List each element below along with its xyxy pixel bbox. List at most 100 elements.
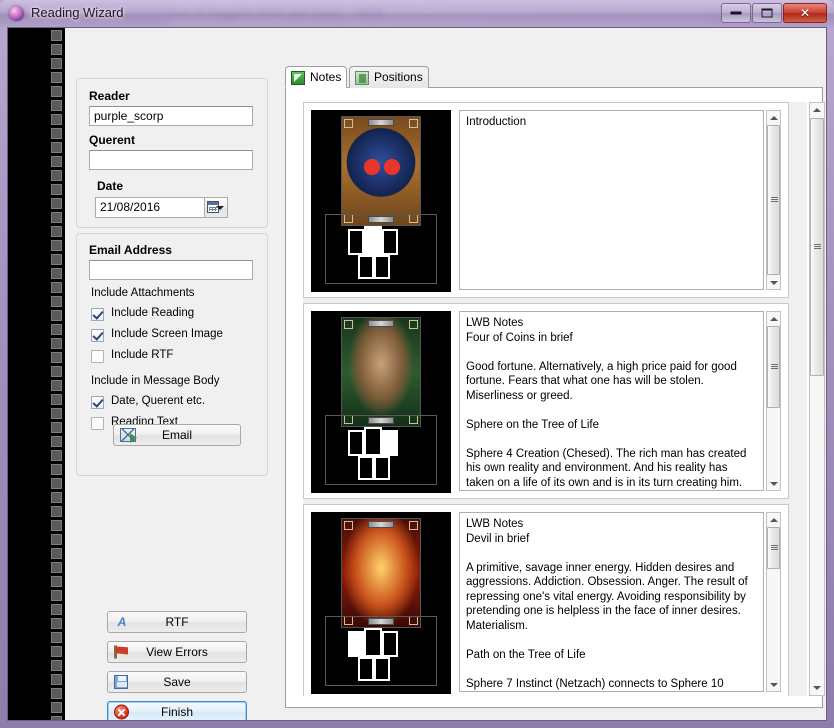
tarot-card-art	[341, 518, 421, 628]
sprocket-hole	[51, 324, 62, 335]
note-scrollbar[interactable]	[766, 311, 781, 491]
email-button[interactable]: Email	[113, 424, 241, 446]
sprocket-hole	[51, 604, 62, 615]
tab-notes[interactable]: Notes	[285, 66, 347, 88]
scrollbar-thumb[interactable]	[767, 326, 780, 408]
tab-positions[interactable]: Positions	[349, 66, 429, 88]
title-bar: Reading Wizard Ace of Daggers (Print and…	[0, 0, 834, 27]
checkbox-box[interactable]	[91, 350, 104, 363]
sprocket-hole	[51, 632, 62, 643]
sprocket-hole	[51, 702, 62, 713]
positions-icon	[355, 71, 369, 85]
sprocket-hole	[51, 142, 62, 153]
spread-slot	[364, 427, 382, 456]
querent-input[interactable]	[89, 150, 253, 170]
save-button-label: Save	[163, 675, 191, 689]
sprocket-hole	[51, 716, 62, 720]
card-image	[311, 512, 451, 694]
sprocket-hole	[51, 44, 62, 55]
note-text[interactable]: LWB Notes Four of Coins in brief Good fo…	[459, 311, 764, 491]
note-item[interactable]: LWB Notes Four of Coins in brief Good fo…	[303, 303, 789, 499]
app-icon	[9, 6, 24, 21]
reader-label: Reader	[89, 89, 130, 103]
sprocket-hole	[51, 478, 62, 489]
form-panel: Reader Querent Date 21/08/2016 Email Add…	[70, 28, 275, 720]
close-button[interactable]: ✕	[783, 3, 827, 23]
scroll-down-icon[interactable]	[767, 477, 780, 490]
spread-diagram	[325, 616, 437, 686]
sprocket-hole	[51, 352, 62, 363]
sprocket-hole	[51, 282, 62, 293]
sprocket-hole	[51, 506, 62, 517]
note-text[interactable]: LWB Notes Devil in brief A primitive, sa…	[459, 512, 764, 692]
sprocket-hole	[51, 198, 62, 209]
scrollbar-thumb[interactable]	[767, 125, 780, 275]
note-item[interactable]: LWB Notes Devil in brief A primitive, sa…	[303, 504, 789, 696]
spread-slot	[374, 255, 390, 279]
notes-list: Introduction LWB Notes Four of Coins in …	[303, 102, 807, 696]
sprocket-hole	[51, 674, 62, 685]
tarot-card-art	[341, 116, 421, 226]
sprocket-hole	[51, 58, 62, 69]
email-input[interactable]	[89, 260, 253, 280]
spread-slot	[382, 229, 398, 255]
view-errors-button-label: View Errors	[146, 645, 208, 659]
spread-slot	[374, 657, 390, 681]
spread-slot-active	[382, 430, 398, 456]
rtf-button[interactable]: A RTF	[107, 611, 247, 633]
scroll-up-icon[interactable]	[810, 103, 824, 117]
sprocket-hole	[51, 422, 62, 433]
scroll-down-icon[interactable]	[767, 276, 780, 289]
note-scrollbar[interactable]	[766, 512, 781, 692]
scrollbar-thumb[interactable]	[767, 527, 780, 569]
minimize-button[interactable]	[721, 3, 751, 23]
note-item[interactable]: Introduction	[303, 102, 789, 298]
card-image	[311, 110, 451, 292]
sprocket-hole	[51, 128, 62, 139]
date-picker-button[interactable]	[205, 197, 228, 218]
card-image	[311, 311, 451, 493]
finish-button[interactable]: Finish	[107, 701, 247, 720]
checkbox-box[interactable]	[91, 308, 104, 321]
checkbox-box[interactable]	[91, 396, 104, 409]
message-body-label: Include in Message Body	[91, 375, 220, 387]
spread-slot	[358, 657, 374, 681]
sprocket-hole	[51, 646, 62, 657]
scroll-down-icon[interactable]	[767, 678, 780, 691]
checkbox-box[interactable]	[91, 329, 104, 342]
tab-strip: Notes Positions	[281, 66, 826, 88]
checkbox-box[interactable]	[91, 417, 104, 430]
view-errors-button[interactable]: View Errors	[107, 641, 247, 663]
sprocket-hole	[51, 436, 62, 447]
sprocket-hole	[51, 254, 62, 265]
note-text[interactable]: Introduction	[459, 110, 764, 290]
scrollbar-thumb[interactable]	[810, 118, 824, 376]
spread-diagram	[325, 415, 437, 485]
maximize-button[interactable]	[752, 3, 782, 23]
scroll-up-icon[interactable]	[767, 513, 780, 526]
scroll-up-icon[interactable]	[767, 312, 780, 325]
save-button[interactable]: Save	[107, 671, 247, 693]
sprocket-hole	[51, 30, 62, 41]
chevron-down-icon	[216, 206, 224, 210]
application-window: Reading Wizard Ace of Daggers (Print and…	[0, 0, 834, 728]
sprocket-hole	[51, 534, 62, 545]
sprocket-hole	[51, 408, 62, 419]
spread-slot	[358, 456, 374, 480]
sprocket-hole	[51, 660, 62, 671]
note-scrollbar[interactable]	[766, 110, 781, 290]
spread-diagram	[325, 214, 437, 284]
scroll-up-icon[interactable]	[767, 111, 780, 124]
background-window-title: Ace of Daggers (Print and Save) - 76/78	[170, 4, 710, 25]
sprocket-hole	[51, 380, 62, 391]
notes-tab-page: Introduction LWB Notes Four of Coins in …	[285, 87, 825, 708]
email-group-label: Email Address	[89, 243, 172, 257]
scroll-down-icon[interactable]	[810, 681, 824, 695]
reader-input[interactable]	[89, 106, 253, 126]
spread-slot	[382, 631, 398, 657]
sprocket-hole	[51, 170, 62, 181]
sprocket-hole	[51, 366, 62, 377]
sprocket-hole	[51, 590, 62, 601]
notes-list-scrollbar[interactable]	[809, 102, 825, 696]
date-input[interactable]: 21/08/2016	[95, 197, 205, 218]
